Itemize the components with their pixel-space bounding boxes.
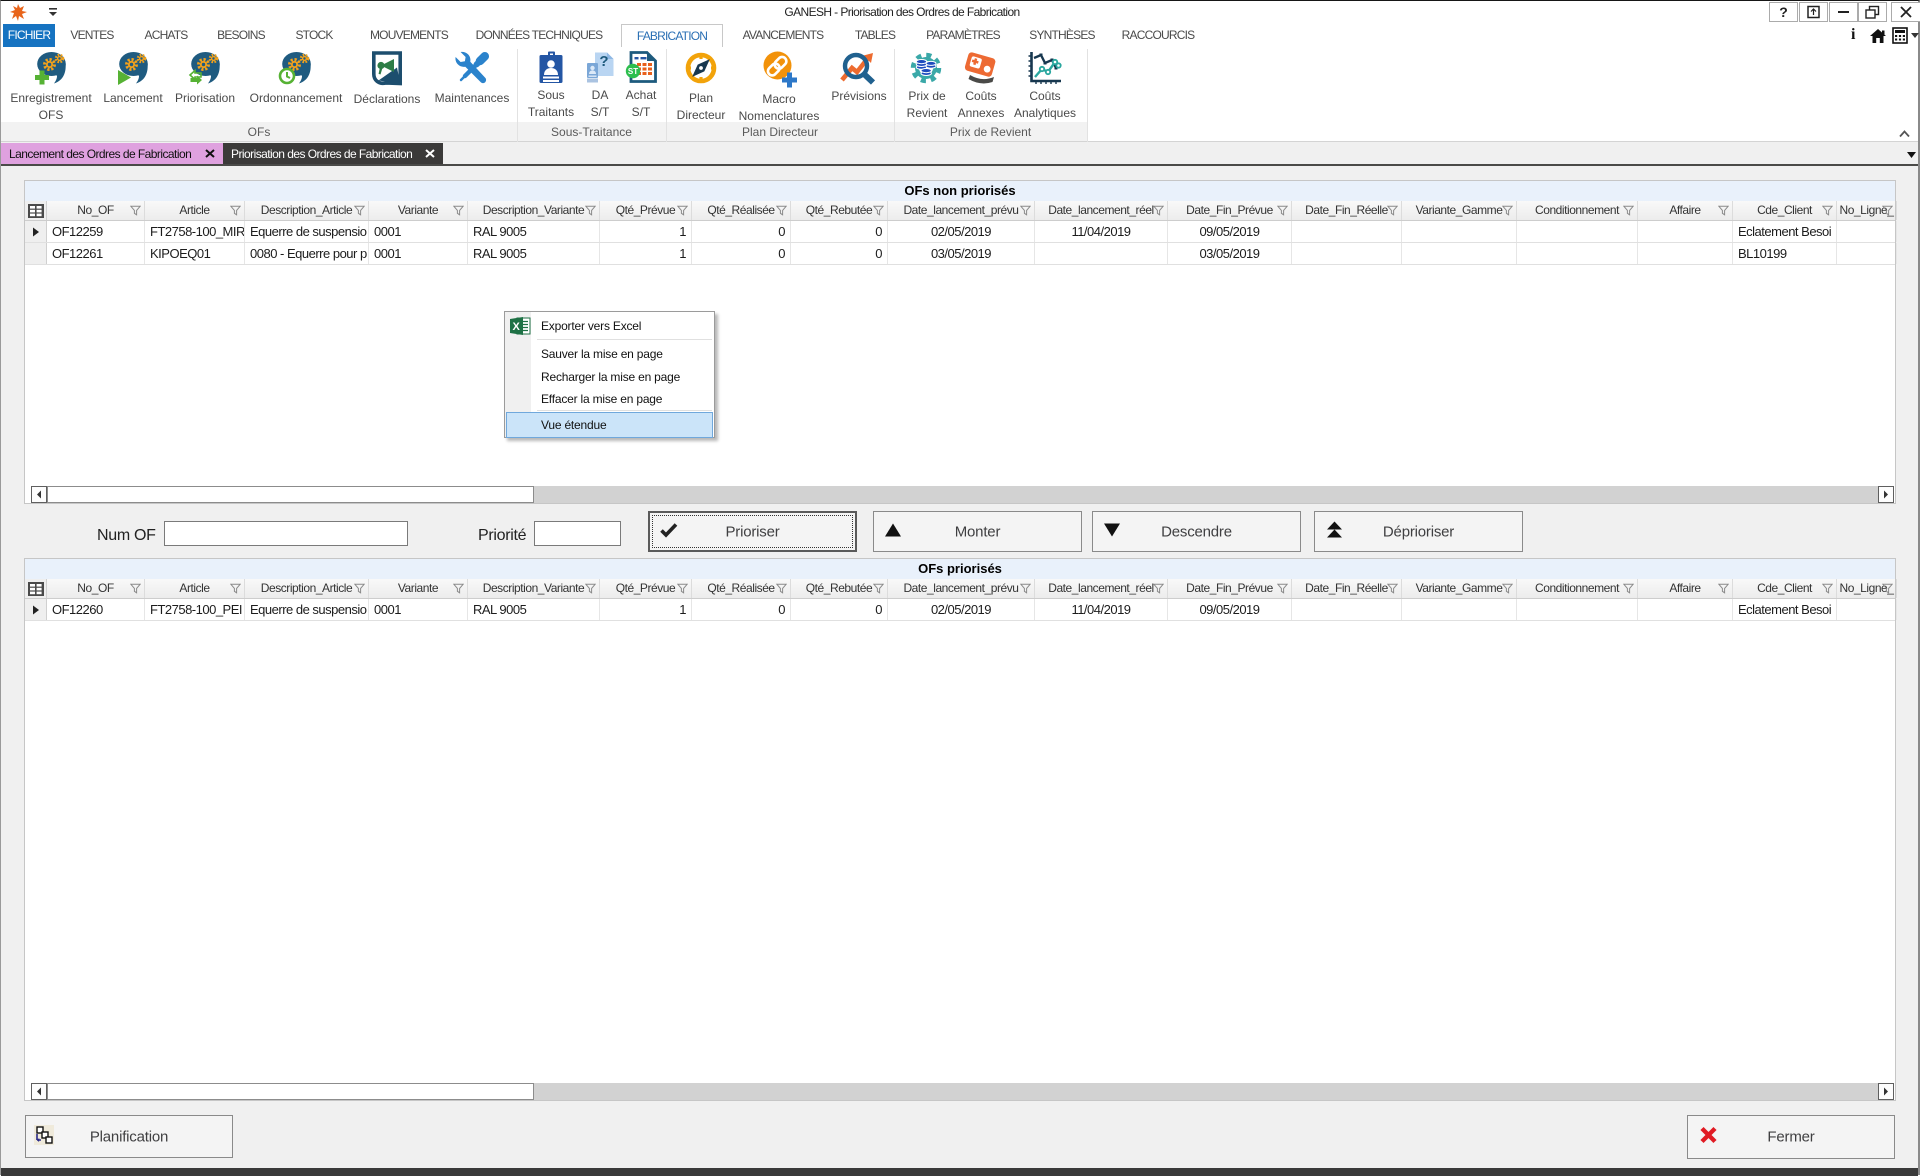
svg-text:?: ? — [599, 53, 608, 70]
svg-text:ST: ST — [628, 67, 638, 76]
svg-text:X: X — [513, 321, 521, 333]
